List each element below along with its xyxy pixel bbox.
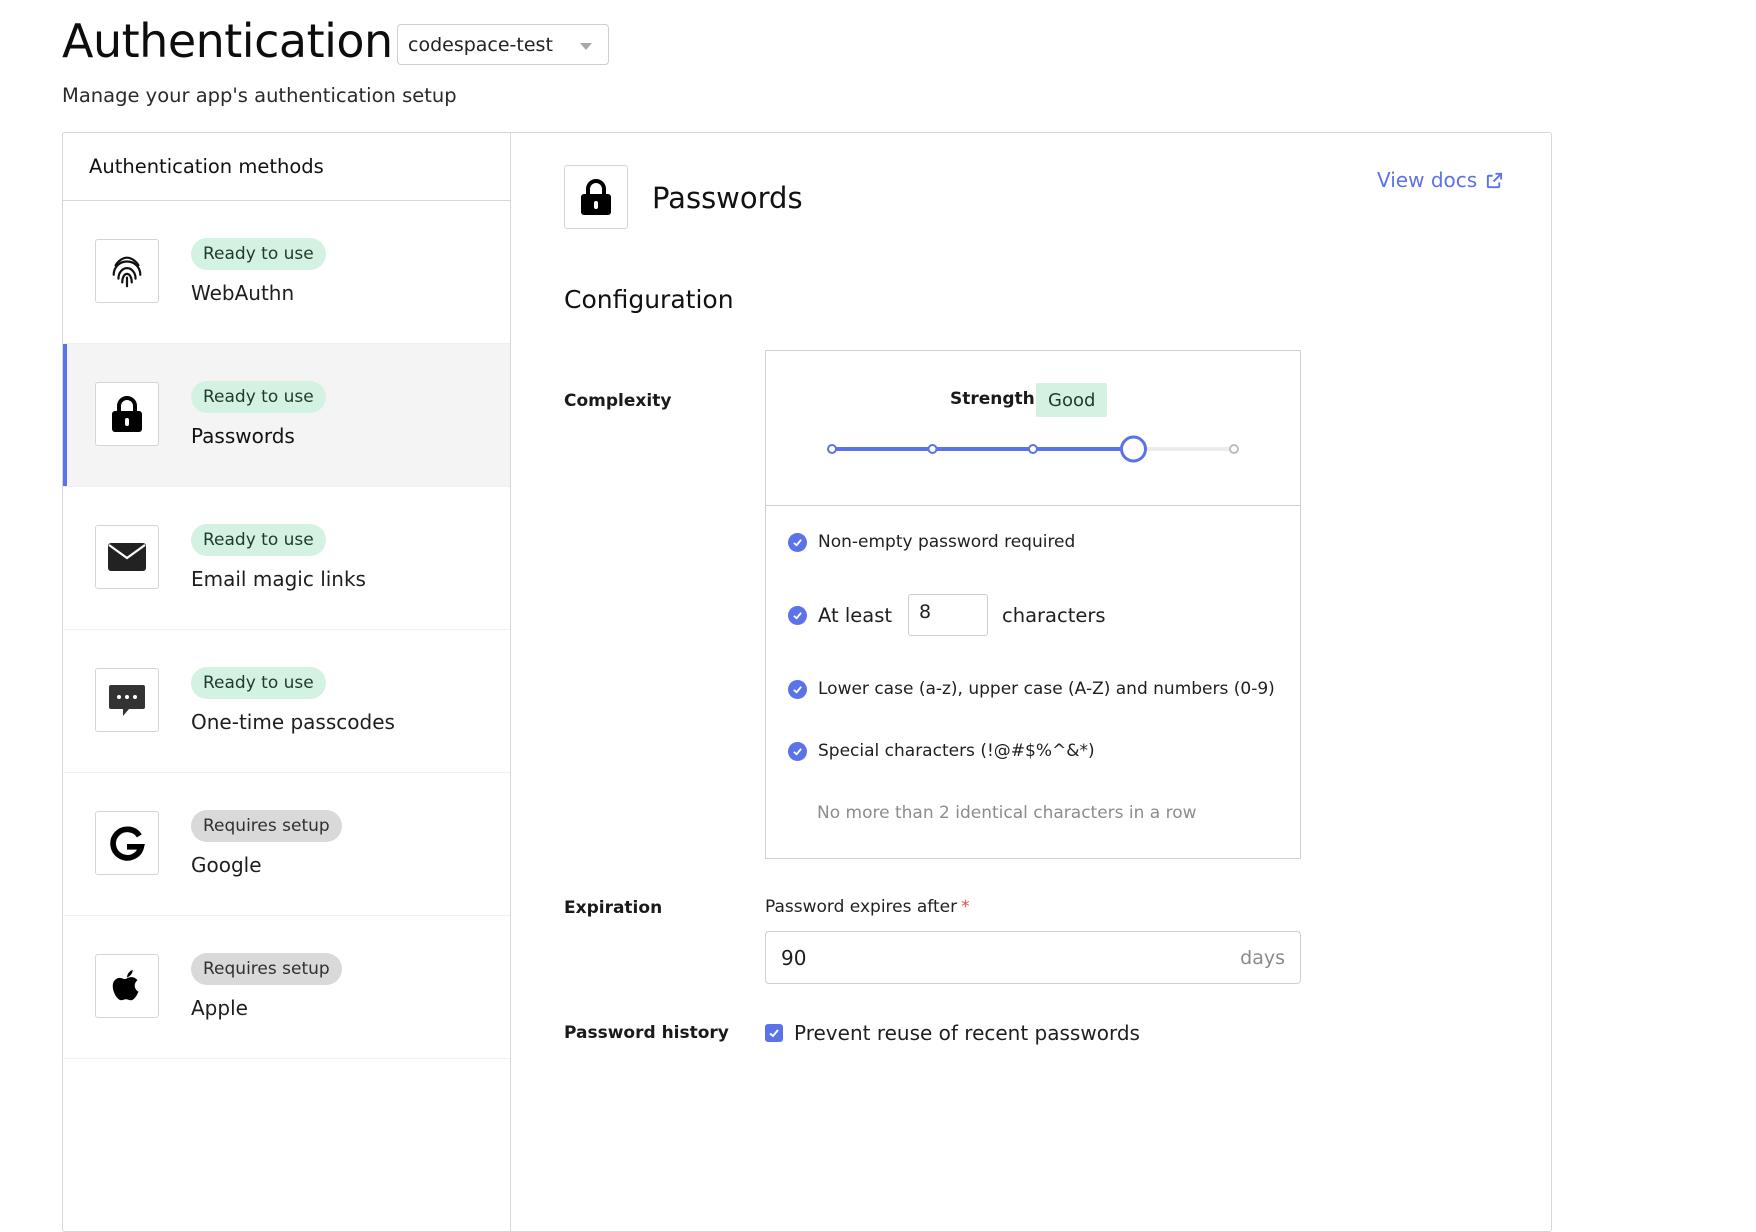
page-title: Authentication [62, 14, 393, 68]
page-subtitle: Manage your app's authentication setup [62, 84, 457, 107]
slider-thumb[interactable] [1120, 435, 1147, 463]
configuration-heading: Configuration [564, 285, 734, 314]
fingerprint-icon [95, 239, 159, 303]
auth-card: Authentication methods Ready to use WebA… [62, 132, 1552, 1232]
method-apple[interactable]: Requires setup Apple [63, 916, 510, 1059]
method-email-magic-links[interactable]: Ready to use Email magic links [63, 487, 510, 630]
rule-special[interactable]: Special characters (!@#$%^&*) [788, 741, 1095, 761]
google-icon [95, 811, 159, 875]
method-label: Google [191, 853, 262, 877]
method-label: Apple [191, 996, 248, 1020]
project-select[interactable]: codespace-test [397, 24, 609, 65]
slider-step [1028, 444, 1038, 454]
method-one-time-passcodes[interactable]: Ready to use One-time passcodes [63, 630, 510, 773]
method-label: Email magic links [191, 567, 366, 591]
lock-icon [564, 165, 628, 229]
expiration-input[interactable]: 90 days [765, 931, 1301, 984]
slider-step [1229, 444, 1239, 454]
sidebar-title: Authentication methods [63, 133, 510, 201]
required-marker: * [961, 897, 970, 917]
method-label: One-time passcodes [191, 710, 395, 734]
strength-label: Strength: [950, 389, 1042, 409]
slider-step [927, 444, 938, 454]
strength-area: Strength: Good [766, 351, 1300, 506]
prevent-reuse-checkbox[interactable]: Prevent reuse of recent passwords [765, 1021, 1140, 1045]
method-webauthn[interactable]: Ready to use WebAuthn [63, 201, 510, 344]
expiration-unit: days [1240, 946, 1285, 969]
view-docs-label: View docs [1377, 168, 1478, 192]
check-circle-icon [788, 532, 807, 552]
view-docs-link[interactable]: View docs [1377, 168, 1504, 192]
method-passwords[interactable]: Ready to use Passwords [63, 344, 510, 487]
methods-sidebar: Authentication methods Ready to use WebA… [63, 133, 511, 1231]
external-link-icon [1487, 172, 1503, 188]
rule-label: characters [1002, 603, 1106, 627]
rule-label: No more than 2 identical characters in a… [817, 803, 1197, 823]
rule-non-empty[interactable]: Non-empty password required [788, 532, 1075, 552]
rule-label: At least [818, 603, 893, 627]
method-label: Passwords [191, 424, 295, 448]
expiration-label: Expiration [564, 898, 663, 918]
expires-field-label: Password expires after * [765, 897, 970, 917]
method-detail-panel: Passwords View docs Configuration Comple… [511, 133, 1551, 1231]
strength-slider[interactable] [826, 429, 1246, 469]
rule-min-length[interactable]: At least 8 characters [788, 594, 1106, 636]
complexity-panel: Strength: Good Non-empty password requir… [765, 350, 1301, 859]
chevron-down-icon [580, 43, 592, 50]
chat-bubble-icon [95, 668, 159, 732]
status-badge: Requires setup [191, 953, 342, 985]
status-badge: Ready to use [191, 238, 326, 270]
complexity-label: Complexity [564, 391, 672, 411]
lock-icon [95, 382, 159, 446]
rule-label: Special characters (!@#$%^&*) [818, 741, 1095, 761]
check-circle-icon [788, 741, 807, 761]
expiration-value: 90 [781, 945, 807, 970]
min-length-input[interactable]: 8 [908, 594, 989, 636]
rule-identical[interactable]: No more than 2 identical characters in a… [817, 803, 1197, 823]
status-badge: Ready to use [191, 381, 326, 413]
prevent-reuse-label: Prevent reuse of recent passwords [794, 1021, 1140, 1045]
project-select-value: codespace-test [408, 33, 553, 56]
rule-case-numbers[interactable]: Lower case (a-z), upper case (A-Z) and n… [788, 679, 1275, 699]
apple-icon [95, 954, 159, 1018]
slider-step [827, 444, 837, 454]
method-google[interactable]: Requires setup Google [63, 773, 510, 916]
envelope-icon [95, 525, 159, 589]
expires-label-text: Password expires after [765, 897, 958, 917]
method-label: WebAuthn [191, 281, 295, 305]
status-badge: Requires setup [191, 810, 342, 842]
rule-label: Non-empty password required [818, 532, 1076, 552]
method-title: Passwords [652, 181, 803, 215]
check-circle-icon [788, 605, 807, 625]
status-badge: Ready to use [191, 524, 326, 556]
password-history-label: Password history [564, 1023, 729, 1043]
rule-label: Lower case (a-z), upper case (A-Z) and n… [818, 679, 1275, 699]
status-badge: Ready to use [191, 667, 326, 699]
checkbox-checked-icon [765, 1024, 783, 1042]
strength-badge: Good [1036, 383, 1108, 417]
check-circle-icon [788, 679, 807, 699]
